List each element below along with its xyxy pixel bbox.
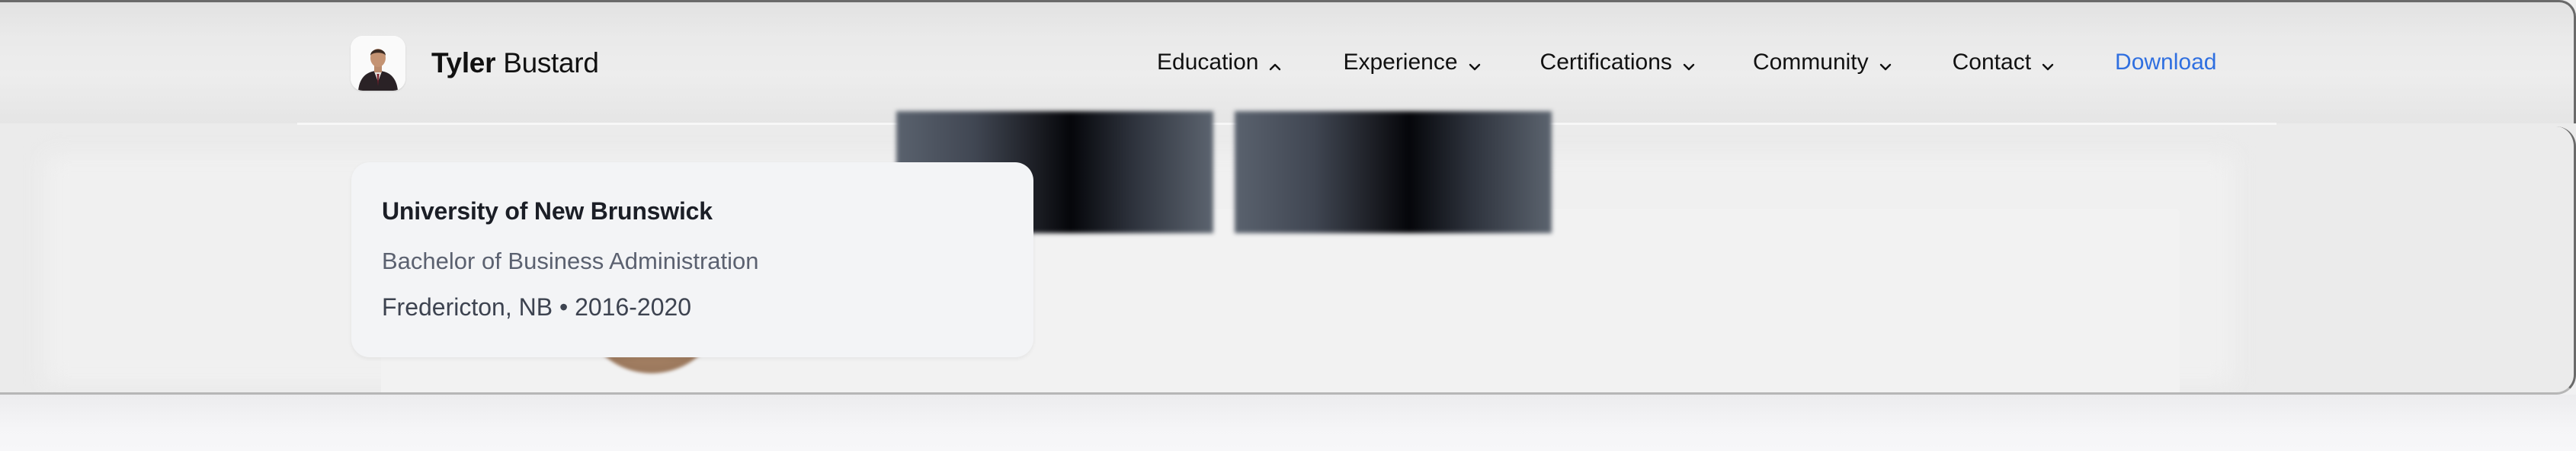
page: Tyler Bustard Education Experience Certi… (0, 0, 2576, 451)
brand-first-name: Tyler (431, 47, 496, 78)
chevron-down-icon (1681, 55, 1697, 71)
nav-item-experience[interactable]: Experience (1343, 50, 1482, 75)
brand-last-name: Bustard (503, 47, 599, 78)
main-navigation: Education Experience Certifications Comm… (1157, 50, 2216, 75)
institution-name: University of New Brunswick (382, 197, 713, 225)
location-and-years: Fredericton, NB • 2016-2020 (382, 293, 692, 321)
hero-image-tile (1235, 111, 1552, 233)
degree-name: Bachelor of Business Administration (382, 248, 759, 274)
avatar (351, 36, 405, 91)
chevron-down-icon (1878, 55, 1893, 71)
chevron-down-icon (2040, 55, 2055, 71)
chevron-down-icon (1467, 55, 1482, 71)
nav-item-contact[interactable]: Contact (1953, 50, 2055, 75)
education-dropdown-menu[interactable]: University of New Brunswick Bachelor of … (351, 162, 1033, 357)
brand[interactable]: Tyler Bustard (351, 36, 599, 91)
nav-item-community[interactable]: Community (1753, 50, 1893, 75)
download-link[interactable]: Download (2115, 50, 2216, 75)
nav-item-label: Community (1752, 50, 1869, 75)
profile-photo-icon (351, 36, 405, 91)
chevron-up-icon (1267, 55, 1283, 71)
nav-item-label: Contact (1952, 50, 2032, 75)
page-background-strip (0, 395, 2576, 451)
nav-item-label: Experience (1343, 50, 1458, 75)
nav-item-certifications[interactable]: Certifications (1540, 50, 1697, 75)
top-navigation-bar: Tyler Bustard Education Experience Certi… (0, 0, 2576, 125)
nav-item-label: Certifications (1540, 50, 1672, 75)
nav-item-education[interactable]: Education (1157, 50, 1283, 75)
nav-item-label: Education (1157, 50, 1259, 75)
site-title: Tyler Bustard (431, 47, 599, 79)
